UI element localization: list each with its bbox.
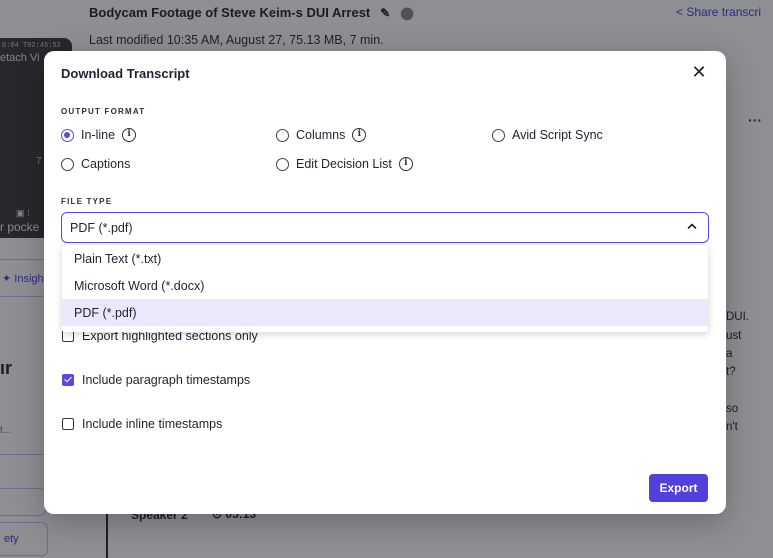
radio-button[interactable] bbox=[492, 128, 505, 142]
checkbox-paragraph-timestamps[interactable]: Include paragraph timestamps bbox=[62, 373, 250, 387]
radio-label: Captions bbox=[81, 157, 131, 171]
radio-button[interactable] bbox=[276, 157, 289, 171]
radio-label: In-line bbox=[81, 128, 116, 142]
dialog-title: Download Transcript bbox=[61, 66, 190, 81]
download-transcript-dialog: Download Transcript ✕ OUTPUT FORMAT In-l… bbox=[44, 51, 726, 514]
radio-label: Avid Script Sync bbox=[512, 128, 603, 142]
dropdown-option-txt[interactable]: Plain Text (*.txt) bbox=[62, 245, 708, 272]
checkbox-label: Include inline timestamps bbox=[82, 417, 223, 431]
info-icon[interactable]: i bbox=[398, 157, 413, 171]
radio-captions[interactable]: Captions bbox=[61, 157, 130, 171]
radio-button[interactable] bbox=[276, 128, 289, 142]
close-icon[interactable]: ✕ bbox=[690, 63, 708, 81]
file-type-select[interactable]: PDF (*.pdf) bbox=[61, 212, 709, 243]
radio-edit-decision-list[interactable]: Edit Decision List i bbox=[276, 157, 413, 171]
info-icon[interactable]: i bbox=[352, 128, 367, 142]
dropdown-option-pdf[interactable]: PDF (*.pdf) bbox=[62, 299, 708, 326]
file-type-selected-value: PDF (*.pdf) bbox=[70, 220, 133, 235]
chevron-up-icon bbox=[687, 223, 697, 229]
radio-avid-script-sync[interactable]: Avid Script Sync bbox=[492, 128, 603, 142]
checkbox-label: Include paragraph timestamps bbox=[82, 373, 251, 387]
checkbox-box[interactable] bbox=[62, 418, 74, 430]
dropdown-option-docx[interactable]: Microsoft Word (*.docx) bbox=[62, 272, 708, 299]
radio-label: Columns bbox=[296, 128, 346, 142]
radio-button[interactable] bbox=[61, 157, 74, 171]
radio-columns[interactable]: Columns i bbox=[276, 128, 367, 142]
radio-button[interactable] bbox=[61, 128, 74, 142]
file-type-dropdown: Plain Text (*.txt) Microsoft Word (*.doc… bbox=[62, 245, 708, 332]
file-type-label: FILE TYPE bbox=[61, 197, 113, 206]
checkbox-inline-timestamps[interactable]: Include inline timestamps bbox=[62, 417, 222, 431]
info-icon[interactable]: i bbox=[122, 128, 137, 142]
radio-label: Edit Decision List bbox=[296, 157, 392, 171]
export-button[interactable]: Export bbox=[649, 474, 708, 502]
radio-in-line[interactable]: In-line i bbox=[61, 128, 137, 142]
checkbox-box[interactable] bbox=[62, 374, 74, 386]
output-format-label: OUTPUT FORMAT bbox=[61, 107, 146, 116]
